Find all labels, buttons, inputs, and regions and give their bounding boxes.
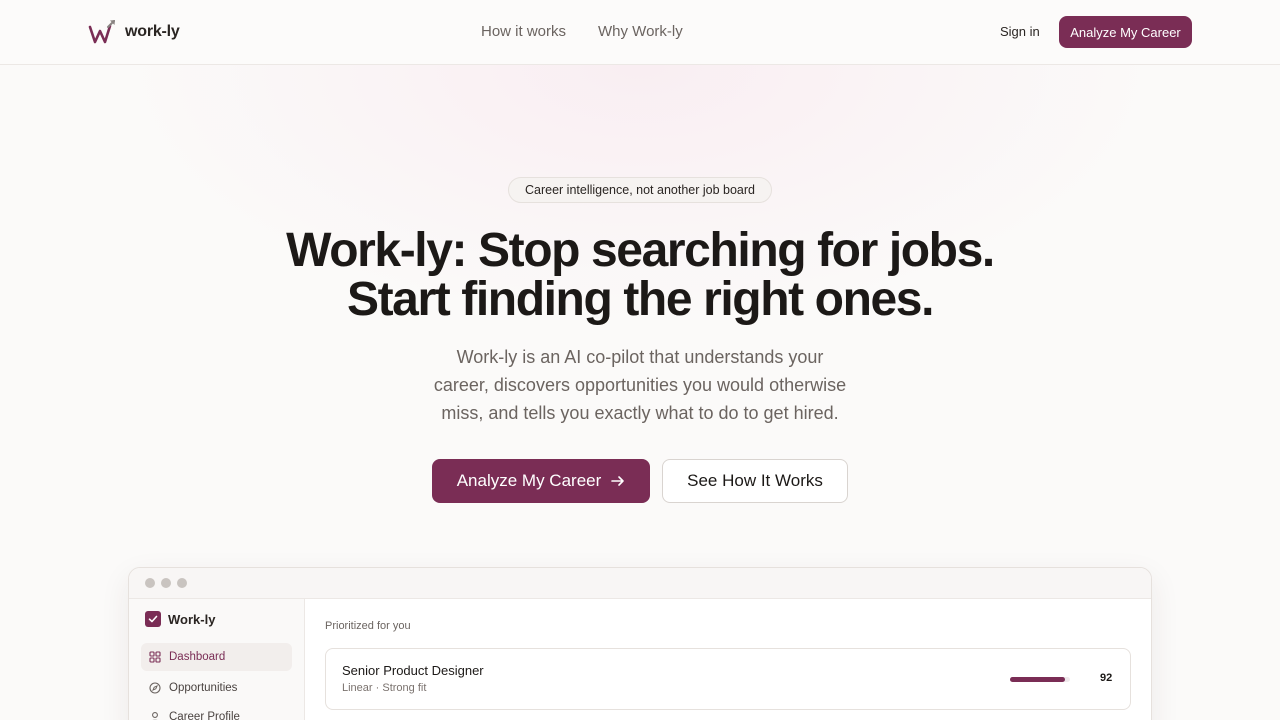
- top-navbar: work-ly How it works Why Work-ly Sign in…: [0, 0, 1280, 65]
- hero-title-line-1: Work-ly: Stop searching for jobs.: [286, 224, 995, 277]
- sidebar-item-opportunities[interactable]: Opportunities: [141, 674, 292, 702]
- nav-link-why-work-ly[interactable]: Why Work-ly: [598, 23, 683, 40]
- sidebar-item-label: Dashboard: [169, 651, 226, 663]
- check-logo-icon: [145, 611, 161, 627]
- sidebar-item-label: Opportunities: [169, 682, 238, 694]
- grid-icon: [149, 651, 161, 663]
- hero-subtitle-line-1: Work-ly is an AI co-pilot that understan…: [456, 347, 824, 367]
- sidebar-item-career-profile[interactable]: Career Profile: [141, 703, 292, 720]
- preview-sidebar: Work-ly Dashboard Opportunities Career P…: [129, 599, 305, 720]
- see-how-it-works-button[interactable]: See How It Works: [662, 459, 848, 503]
- brand-name: work-ly: [125, 23, 180, 40]
- nav-link-how-it-works[interactable]: How it works: [481, 23, 566, 40]
- fit-score-bar: [1010, 677, 1070, 682]
- fit-score-value: 92: [1100, 672, 1113, 684]
- hero-subtitle-line-3: miss, and tells you exactly what to do t…: [441, 403, 839, 423]
- compass-icon: [149, 682, 161, 694]
- window-dot-maximize: [177, 578, 187, 588]
- main-nav: How it works Why Work-ly: [481, 23, 683, 40]
- sign-in-link[interactable]: Sign in: [1000, 24, 1040, 39]
- sidebar-item-dashboard[interactable]: Dashboard: [141, 643, 292, 671]
- sidebar-item-label: Career Profile: [169, 711, 240, 720]
- brand[interactable]: work-ly: [88, 18, 180, 46]
- header-analyze-career-button[interactable]: Analyze My Career: [1059, 16, 1192, 48]
- hero-title-line-2: Start finding the right ones.: [346, 273, 934, 326]
- preview-brand: Work-ly: [145, 611, 215, 627]
- fit-score-fill: [1010, 677, 1066, 682]
- hero-badge: Career intelligence, not another job boa…: [508, 177, 772, 203]
- analyze-career-button-label: Analyze My Career: [456, 471, 602, 490]
- section-title: Prioritized for you: [325, 620, 411, 632]
- window-titlebar: [129, 568, 1151, 599]
- arrow-right-icon: [611, 476, 625, 486]
- job-card[interactable]: Senior Product Designer Linear · Strong …: [325, 648, 1131, 710]
- preview-main-pane: Prioritized for you Senior Product Desig…: [305, 599, 1151, 720]
- job-meta: Linear · Strong fit: [342, 682, 427, 694]
- window-dot-minimize: [161, 578, 171, 588]
- preview-brand-name: Work-ly: [168, 611, 216, 627]
- window-dot-close: [145, 578, 155, 588]
- app-preview-window: Work-ly Dashboard Opportunities Career P…: [128, 567, 1152, 720]
- hero-subtitle-line-2: career, discovers opportunities you woul…: [433, 375, 847, 395]
- analyze-career-button[interactable]: Analyze My Career: [432, 459, 650, 503]
- user-icon: [152, 712, 158, 720]
- work-ly-logo-icon: [88, 20, 115, 44]
- job-title: Senior Product Designer: [342, 663, 484, 678]
